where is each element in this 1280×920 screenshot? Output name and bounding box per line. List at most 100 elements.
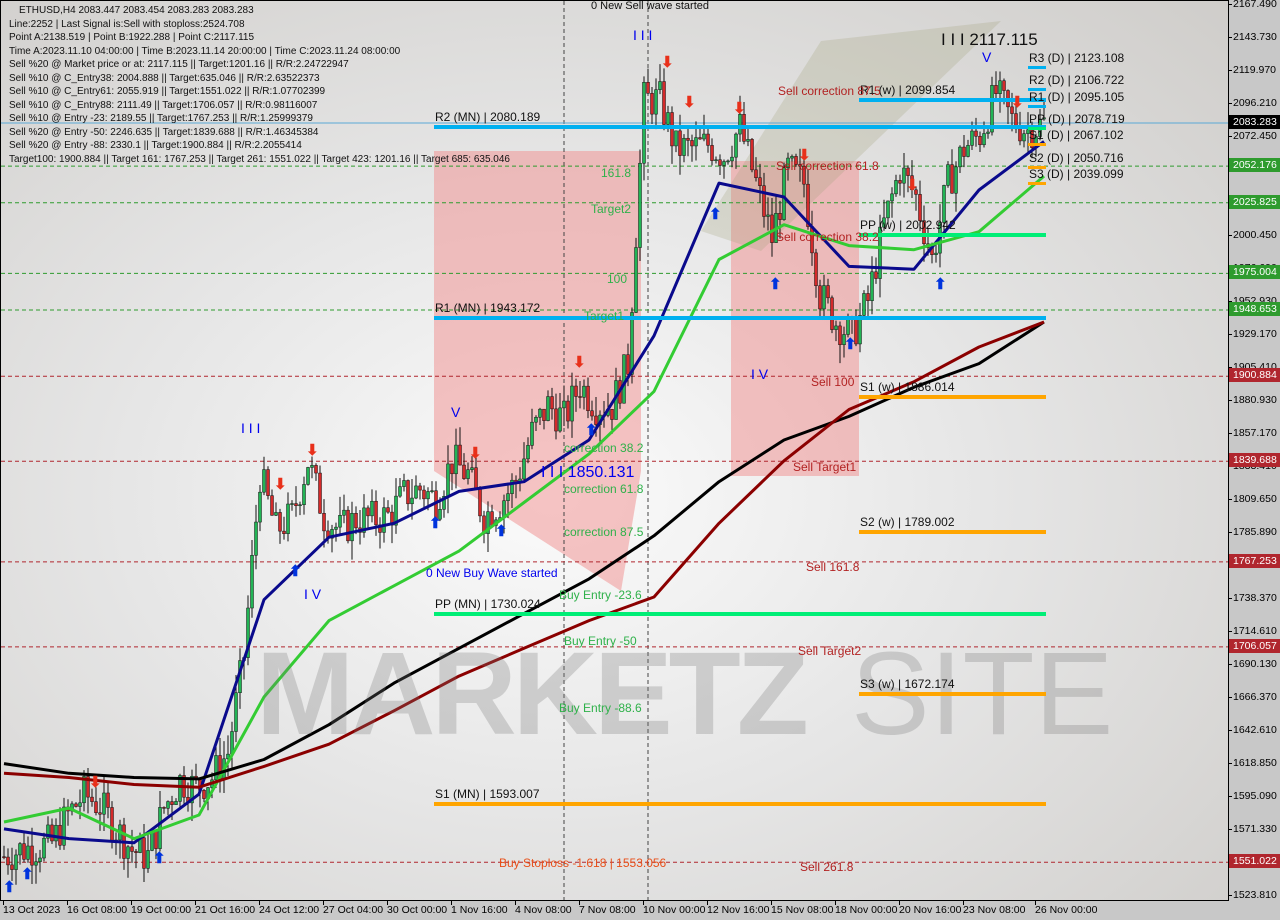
candle: [298, 504, 302, 507]
candle: [658, 81, 662, 90]
candle: [682, 137, 686, 156]
y-tick-label: 1738.370: [1229, 592, 1277, 604]
y-tick-label: 1809.650: [1229, 493, 1277, 505]
candle: [838, 325, 842, 345]
candle: [654, 89, 658, 115]
candle: [730, 156, 734, 162]
y-tick-label: 1571.330: [1229, 823, 1277, 835]
candle: [526, 445, 530, 460]
y-tick-label: 1642.610: [1229, 724, 1277, 736]
candle: [134, 851, 138, 853]
sell-correction-875: Sell correction 87.5: [778, 84, 881, 98]
candle: [478, 488, 482, 517]
candle: [166, 801, 170, 809]
candle: [722, 161, 726, 166]
candle: [314, 465, 318, 474]
candle: [770, 214, 774, 243]
candle: [762, 185, 766, 217]
candle: [622, 354, 626, 404]
sell-100: Sell 100: [811, 375, 855, 389]
candle: [818, 285, 822, 310]
info-line: Sell %10 @ C_Entry88: 2111.49 || Target:…: [9, 99, 318, 111]
candle: [406, 480, 410, 505]
candle: [1002, 80, 1006, 91]
candle: [714, 159, 718, 161]
buy-entry-236: Buy Entry -23.6: [559, 588, 642, 602]
candle: [974, 130, 978, 137]
candle: [410, 497, 414, 505]
candle: [778, 213, 782, 220]
candle: [522, 458, 526, 480]
pivot-label: R1 (D) | 2095.105: [1029, 89, 1125, 104]
x-tick-label: 21 Oct 16:00: [195, 901, 256, 916]
buy-arrow-icon: ⬆: [934, 276, 947, 293]
info-line: Line:2252 | Last Signal is:Sell with sto…: [9, 18, 245, 30]
candle: [90, 796, 94, 802]
x-tick-label: 19 Oct 00:00: [131, 901, 192, 916]
candle: [862, 293, 866, 316]
candle: [422, 489, 426, 500]
candle: [254, 521, 258, 556]
y-tick-label: 1690.130: [1229, 658, 1277, 670]
candle: [814, 252, 818, 286]
candle: [414, 485, 418, 499]
sell-1618: Sell 161.8: [806, 560, 860, 574]
candle: [970, 130, 974, 146]
candle: [718, 159, 722, 166]
price-tag: 2052.176: [1229, 158, 1280, 173]
price-axis[interactable]: 2167.490 2143.730 2119.970 2096.210 2072.450…: [1228, 0, 1280, 920]
buy-arrow-icon: ⬆: [3, 879, 16, 896]
buy-wave-label: 0 New Buy Wave started: [426, 566, 558, 580]
candle: [998, 80, 1002, 94]
x-tick-label: 20 Nov 16:00: [899, 901, 962, 916]
info-line: Sell %10 @ C_Entry61: 2055.919 || Target…: [9, 86, 326, 97]
sell-arrow-icon: ⬇: [469, 445, 482, 462]
price-tag: 1975.004: [1229, 265, 1280, 280]
candle: [342, 509, 346, 516]
candle: [530, 421, 534, 446]
candle: [370, 500, 374, 517]
sell-arrow-icon: ⬇: [274, 476, 287, 493]
candle: [630, 312, 634, 375]
candle: [886, 200, 890, 219]
y-tick-label: 1714.610: [1229, 625, 1277, 637]
candle: [386, 507, 390, 513]
candle: [318, 472, 322, 514]
buy-stoploss: Buy Stoploss -1.618 | 1553.056: [499, 856, 667, 870]
candle: [290, 503, 294, 505]
candle: [754, 169, 758, 178]
candle: [106, 792, 110, 808]
time-axis[interactable]: 13 Oct 2023 16 Oct 08:00 19 Oct 00:00 21 Oc…: [0, 901, 1229, 920]
candle: [610, 409, 614, 420]
price-tag: 1900.884: [1229, 368, 1280, 383]
candle: [6, 856, 10, 866]
candle: [582, 385, 586, 398]
x-tick-label: 18 Nov 00:00: [835, 901, 898, 916]
candle: [142, 837, 146, 869]
pivot-label: S2 (D) | 2050.716: [1029, 151, 1124, 166]
pivot-label: S2 (w) | 1789.002: [860, 514, 955, 529]
chart-plot-area[interactable]: MARKETZ SITE R2 (MN) | 2080.189 R1 (MN) |…: [0, 0, 1229, 901]
candle: [870, 271, 874, 301]
candle: [418, 485, 422, 491]
candle: [674, 130, 678, 147]
y-tick-label: 1666.370: [1229, 691, 1277, 703]
sell-target2: Sell Target2: [798, 644, 862, 658]
candle: [214, 755, 218, 781]
candle: [578, 396, 582, 398]
candle: [250, 555, 254, 609]
candle: [98, 812, 102, 815]
candle: [346, 509, 350, 542]
candle: [934, 252, 938, 255]
y-tick-label: 1595.090: [1229, 790, 1277, 802]
buy-arrow-icon: ⬆: [153, 850, 166, 867]
pivot-line-w: [859, 691, 1046, 696]
candle: [34, 861, 38, 866]
candle: [74, 803, 78, 807]
pivot-label: R2 (D) | 2106.722: [1029, 73, 1125, 88]
correction-382: correction 38.2: [564, 441, 644, 455]
sell-arrow-icon: ⬇: [573, 354, 586, 371]
candle: [258, 491, 262, 523]
candle: [294, 503, 298, 506]
candle: [110, 807, 114, 842]
